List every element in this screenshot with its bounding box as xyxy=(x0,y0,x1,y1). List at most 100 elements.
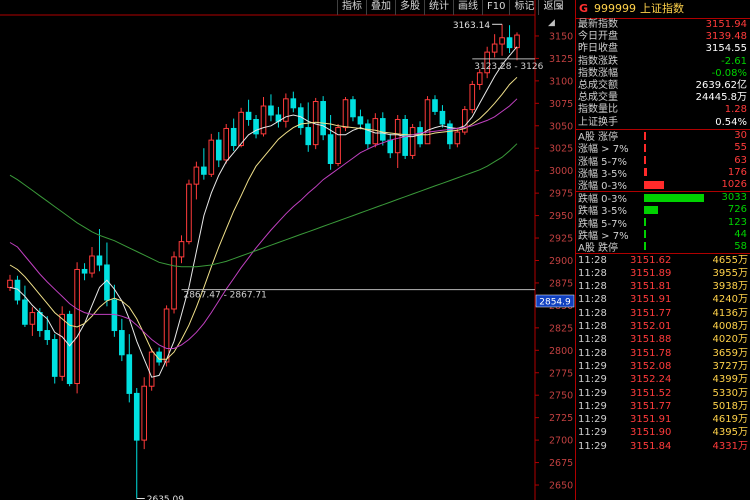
candle-body xyxy=(432,99,438,112)
distribution-count: 1026 xyxy=(721,179,747,191)
candle-body xyxy=(141,385,148,441)
index-stats: 最新指数 3151.94 今日开盘 3139.48 昨日收盘 3154.55 指数涨跌 -2.… xyxy=(576,19,750,130)
distribution-count: 3033 xyxy=(721,192,747,204)
toolbar-overlay-button[interactable]: 叠加 xyxy=(366,0,395,15)
y-tick-label: 3100 xyxy=(549,76,573,87)
tick-row[interactable]: 11:28 3152.01 4008万 xyxy=(576,320,750,333)
candle-body xyxy=(186,183,192,243)
tick-row[interactable]: 11:29 3151.52 5330万 xyxy=(576,387,750,400)
candle-body xyxy=(327,134,334,164)
candle-body xyxy=(409,127,416,156)
candle-body xyxy=(148,351,155,387)
distribution-bar-track xyxy=(644,218,711,227)
stat-value: 3151.94 xyxy=(705,19,747,30)
distribution-count: 63 xyxy=(734,154,747,166)
candle-body xyxy=(96,255,103,266)
y-tick-label: 2725 xyxy=(549,413,573,424)
price-marker-label: 2854.9 xyxy=(539,297,571,307)
tick-row[interactable]: 11:28 3151.91 4240万 xyxy=(576,293,750,306)
tick-volume: 3955万 xyxy=(712,267,748,279)
tick-price: 3151.91 xyxy=(630,414,672,426)
kline-chart-panel[interactable]: 2650267527002725275027752800282528502875… xyxy=(0,0,575,500)
tick-row[interactable]: 11:29 3151.84 4331万 xyxy=(576,440,750,453)
distribution-label: A股 跌停 xyxy=(578,242,619,254)
stat-label: 今日开盘 xyxy=(578,31,618,43)
kline-chart[interactable]: 2650267527002725275027752800282528502875… xyxy=(0,0,575,500)
tick-price: 3151.89 xyxy=(630,267,672,279)
toolbar-stats-button[interactable]: 统计 xyxy=(424,0,453,15)
tick-price: 3151.77 xyxy=(630,307,672,319)
candle-body xyxy=(223,127,230,161)
tick-row[interactable]: 11:28 3151.78 3659万 xyxy=(576,347,750,360)
tick-row[interactable]: 11:28 3151.81 3938万 xyxy=(576,280,750,293)
candle-body xyxy=(469,83,476,111)
stat-row: 上证换手 0.54% xyxy=(576,117,750,129)
tick-time: 11:29 xyxy=(578,387,607,399)
tick-row[interactable]: 11:28 3151.89 3955万 xyxy=(576,267,750,280)
stat-label: 指数涨跌 xyxy=(578,55,618,67)
toolbar-mark-button[interactable]: 标记 xyxy=(509,0,538,15)
tick-price: 3151.90 xyxy=(630,427,672,439)
tick-row[interactable]: 11:28 3151.88 4020万 xyxy=(576,333,750,346)
toolbar-multi-stock-button[interactable]: 多股 xyxy=(395,0,424,15)
candle-body xyxy=(506,37,513,49)
tick-time: 11:28 xyxy=(578,281,607,293)
candle-body xyxy=(7,279,13,288)
distribution-bar-track xyxy=(644,242,711,251)
distribution-row: 涨幅 0-3% 1026 xyxy=(576,178,750,192)
tick-price: 3151.77 xyxy=(630,400,672,412)
distribution-count: 58 xyxy=(734,240,747,252)
collapse-icon[interactable]: ◢ xyxy=(548,18,555,28)
candle-body xyxy=(379,118,386,141)
candle-body xyxy=(499,37,505,45)
tick-price: 3151.52 xyxy=(630,387,672,399)
moving-average-line xyxy=(9,46,518,378)
distribution-bar-track xyxy=(644,168,711,177)
candle-body xyxy=(476,72,483,85)
tick-volume: 4020万 xyxy=(712,334,748,346)
y-tick-label: 2825 xyxy=(549,323,573,334)
stat-row: 指数量比 1.28 xyxy=(576,104,750,116)
distribution-bar-track xyxy=(644,180,711,189)
index-code: 999999 xyxy=(594,2,637,15)
y-tick-label: 3075 xyxy=(549,99,573,110)
tick-volume: 3938万 xyxy=(712,281,748,293)
candle-body xyxy=(51,339,58,377)
toolbar-indicator-button[interactable]: 指标 xyxy=(337,0,366,15)
distribution-row: A股 跌停 58 xyxy=(576,240,750,254)
distribution-bar xyxy=(644,180,665,189)
candle-body xyxy=(208,139,215,175)
low-price-label: 2635.09 xyxy=(147,495,184,500)
tick-row[interactable]: 11:28 3151.77 4136万 xyxy=(576,307,750,320)
tick-row[interactable]: 11:29 3151.91 4619万 xyxy=(576,413,750,426)
tick-volume: 4395万 xyxy=(712,427,748,439)
candle-body xyxy=(260,105,267,135)
tick-price: 3151.84 xyxy=(630,440,672,452)
tick-row[interactable]: 11:29 3151.77 5018万 xyxy=(576,400,750,413)
tick-time: 11:29 xyxy=(578,427,607,439)
toolbar-f10-button[interactable]: F10 xyxy=(482,0,509,15)
tick-row[interactable]: 11:29 3152.08 3727万 xyxy=(576,360,750,373)
tick-row[interactable]: 11:29 3151.90 4395万 xyxy=(576,426,750,439)
y-tick-label: 3125 xyxy=(549,54,573,65)
candle-body xyxy=(178,241,185,258)
toolbar-draw-line-button[interactable]: 画线 xyxy=(453,0,482,15)
tick-price: 3151.81 xyxy=(630,281,672,293)
candle-body xyxy=(133,392,140,441)
close-icon[interactable]: ✕ xyxy=(556,3,564,13)
distribution-bar xyxy=(644,205,659,214)
y-tick-label: 2650 xyxy=(549,481,573,492)
tick-row[interactable]: 11:29 3152.24 4399万 xyxy=(576,373,750,386)
distribution-count: 44 xyxy=(734,228,747,240)
quote-panel: G 999999 上证指数 最新指数 3151.94 今日开盘 3139.48 昨日收盘… xyxy=(575,0,750,500)
stat-value: 1.28 xyxy=(724,104,747,116)
tick-time: 11:29 xyxy=(578,440,607,452)
candle-body xyxy=(201,166,207,175)
tick-row[interactable]: 11:28 3151.62 4655万 xyxy=(576,254,750,267)
candle-body xyxy=(81,268,88,274)
tick-list[interactable]: 11:28 3151.62 4655万 11:28 3151.89 3955万 11:28 3… xyxy=(576,254,750,453)
distribution-bar-track xyxy=(644,143,711,152)
stat-label: 最新指数 xyxy=(578,19,618,30)
distribution-bar xyxy=(644,230,646,239)
quote-header: G 999999 上证指数 xyxy=(576,0,750,19)
